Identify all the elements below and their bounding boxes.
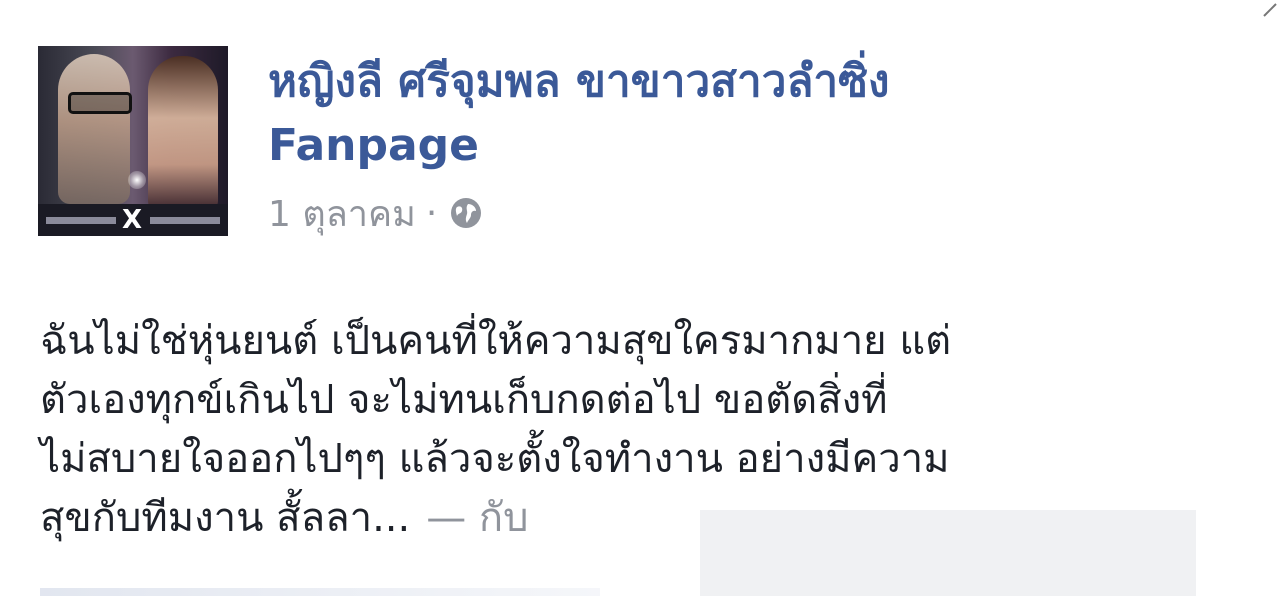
- post-body-line: ฉันไม่ใช่หุ่นยนต์ เป็นคนที่ให้ความสุขใคร…: [40, 318, 952, 364]
- facebook-post: X หญิงลี ศรีจุมพล ขาขาวสาวลำซิ่ง Fanpage…: [0, 0, 1280, 596]
- avatar-glasses: [68, 92, 132, 114]
- post-body-line: สุขกับทีมงาน สั้ลลา: [40, 495, 373, 541]
- post-date[interactable]: 1 ตุลาคม: [268, 185, 416, 242]
- avatar-x-mark: X: [122, 205, 143, 235]
- page-name-line1[interactable]: หญิงลี ศรีจุมพล ขาขาวสาวลำซิ่ง: [268, 50, 1168, 114]
- corner-arrow-icon: [1263, 3, 1277, 17]
- meta-separator: ·: [425, 192, 438, 234]
- avatar-person-right: [148, 56, 218, 211]
- avatar-person-left: [58, 54, 130, 204]
- page-name-link[interactable]: หญิงลี ศรีจุมพล ขาขาวสาวลำซิ่ง Fanpage: [268, 50, 1168, 178]
- see-more-ellipsis[interactable]: ...: [372, 495, 410, 541]
- tagged-with-label: — กับ: [426, 495, 529, 541]
- avatar-light-flare: [128, 171, 146, 189]
- page-avatar[interactable]: X: [38, 46, 228, 236]
- avatar-banner-stripe: [150, 217, 220, 224]
- post-body-line: ไม่สบายใจออกไปๆๆ แล้วจะตั้งใจทำงาน อย่าง…: [40, 436, 950, 482]
- redacted-area: [700, 510, 1196, 596]
- post-body-line: ตัวเองทุกข์เกินไป จะไม่ทนเก็บกดต่อไป ขอต…: [40, 377, 888, 423]
- cut-off-link-row: [40, 588, 600, 596]
- post-meta: 1 ตุลาคม ·: [268, 190, 483, 236]
- page-name-line2[interactable]: Fanpage: [268, 114, 1168, 178]
- globe-icon[interactable]: [449, 196, 483, 230]
- avatar-banner-stripe: [46, 217, 116, 224]
